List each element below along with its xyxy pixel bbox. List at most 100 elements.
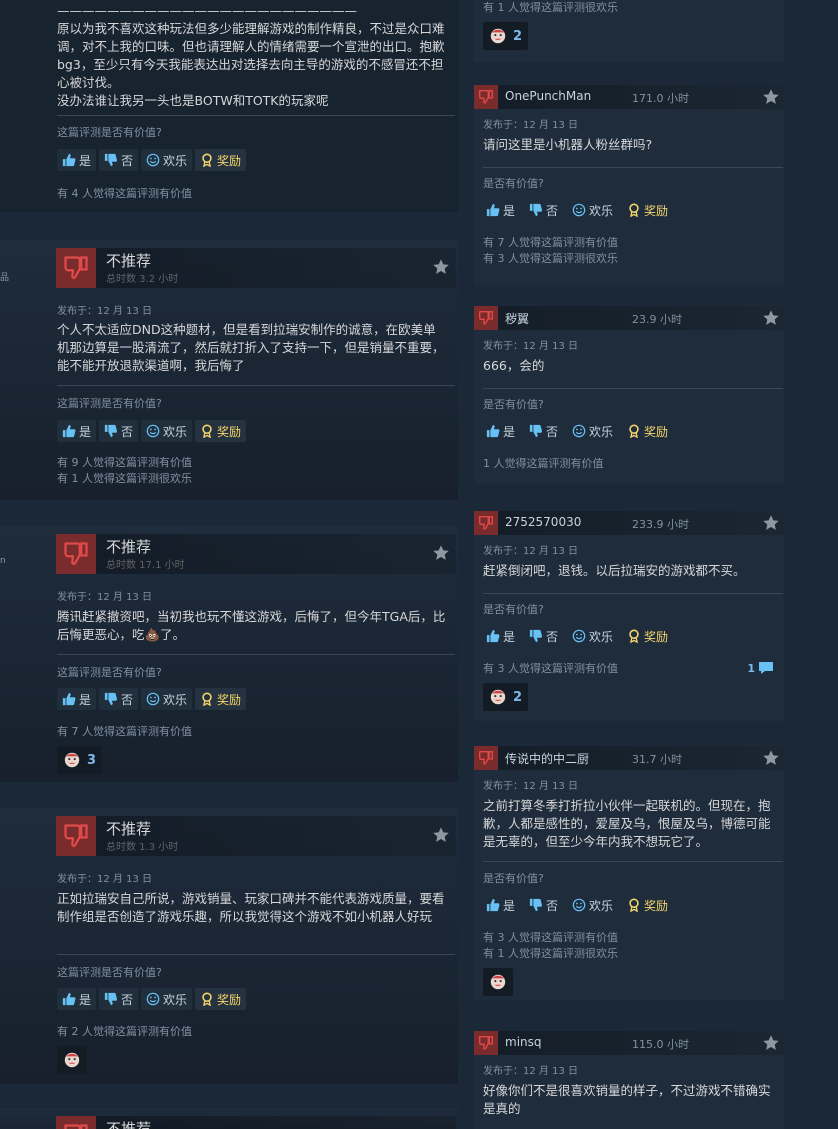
cropped-text: n (0, 556, 6, 566)
right-review-column: 有 1 人觉得这篇评测很欢乐 2 OnePunchMan 171.0 小时 发布… (474, 0, 838, 1129)
thumbs-down-icon (529, 629, 543, 643)
vote-funny-button[interactable]: 欢乐 (569, 626, 616, 646)
thumbs-up-icon (486, 898, 500, 912)
vote-funny-button[interactable]: 欢乐 (141, 420, 193, 442)
vote-no-button[interactable]: 否 (99, 420, 139, 442)
vote-yes-button[interactable]: 是 (57, 149, 97, 171)
award-button[interactable]: 奖励 (624, 895, 671, 915)
helpful-count: 有 4 人觉得这篇评测有价值 (57, 187, 192, 200)
smiley-icon (146, 692, 160, 706)
funny-count: 有 3 人觉得这篇评测很欢乐 (483, 252, 618, 265)
comment-link[interactable]: 1 (747, 661, 774, 675)
award-button[interactable]: 奖励 (195, 988, 247, 1010)
review-header: 传说中的中二厨 31.7 小时 (474, 746, 784, 770)
award-button[interactable]: 奖励 (195, 688, 247, 710)
star-icon[interactable] (432, 258, 450, 276)
review-card: OnePunchMan 171.0 小时 发布于：12 月 13 日 请问这里是… (474, 85, 784, 285)
thumbs-down-icon (104, 992, 118, 1006)
username-link[interactable]: minsq (505, 1035, 542, 1049)
reaction-count: 3 (87, 752, 97, 768)
vote-funny-button[interactable]: 欢乐 (569, 421, 616, 441)
divider (57, 654, 455, 655)
card-separator (0, 782, 458, 808)
helpful-question: 这篇评测是否有价值? (57, 966, 162, 979)
divider (483, 861, 783, 862)
helpful-count: 1 人觉得这篇评测有价值 (483, 457, 604, 470)
vote-yes-button[interactable]: 是 (483, 200, 518, 220)
review-header: 不推荐 总时数 17.1 小时 (56, 534, 456, 574)
award-icon (200, 992, 214, 1006)
vote-yes-button[interactable]: 是 (57, 420, 97, 442)
thumbs-up-icon (62, 992, 76, 1006)
thumbs-up-icon (62, 153, 76, 167)
username-link[interactable]: 2752570030 (505, 515, 581, 529)
review-card: minsq 115.0 小时 发布于：12 月 13 日 好像你们不是很喜欢销量… (474, 1031, 784, 1129)
vote-yes-button[interactable]: 是 (483, 895, 518, 915)
award-icon (200, 424, 214, 438)
reaction-badge[interactable] (57, 1046, 87, 1074)
review-card: ———————————————————————— 原以为我不喜欢这种玩法但多少能… (0, 0, 458, 212)
smiley-icon (146, 153, 160, 167)
star-icon[interactable] (432, 544, 450, 562)
username-link[interactable]: 秽翼 (505, 310, 529, 327)
reaction-badge[interactable]: 2 (483, 683, 529, 711)
username-link[interactable]: OnePunchMan (505, 89, 591, 103)
vote-buttons: 是 否 欢乐 奖励 (57, 420, 247, 442)
review-body: 之前打算冬季打折拉小伙伴一起联机的。但现在，抱歉，人都是感性的，爱屋及乌，恨屋及… (483, 798, 771, 849)
vote-buttons: 是 否 欢乐 奖励 (483, 895, 671, 915)
award-button[interactable]: 奖励 (624, 200, 671, 220)
award-icon (627, 203, 641, 217)
vote-buttons: 是 否 欢乐 奖励 (483, 421, 671, 441)
review-card: 品 不推荐 总时数 3.2 小时 发布于：12 月 13 日 个人不太适应DND… (0, 240, 458, 500)
vote-yes-button[interactable]: 是 (57, 688, 97, 710)
reaction-icon (489, 27, 507, 45)
star-icon[interactable] (762, 514, 780, 532)
star-icon[interactable] (432, 826, 450, 844)
smiley-icon (146, 424, 160, 438)
vote-yes-button[interactable]: 是 (57, 988, 97, 1010)
vote-yes-button[interactable]: 是 (483, 626, 518, 646)
vote-no-button[interactable]: 否 (526, 200, 561, 220)
vote-no-button[interactable]: 否 (99, 688, 139, 710)
vote-funny-button[interactable]: 欢乐 (141, 149, 193, 171)
vote-no-button[interactable]: 否 (526, 421, 561, 441)
vote-funny-button[interactable]: 欢乐 (141, 688, 193, 710)
divider (483, 388, 783, 389)
reaction-badge[interactable]: 2 (483, 22, 529, 50)
helpful-question: 这篇评测是否有价值? (57, 666, 162, 679)
helpful-question: 是否有价值? (483, 603, 544, 616)
reaction-icon (63, 1051, 81, 1069)
reaction-badge[interactable] (483, 968, 513, 996)
recommendation-title: 不推荐 (106, 252, 152, 270)
award-icon (200, 153, 214, 167)
vote-buttons: 是 否 欢乐 奖励 (57, 688, 247, 710)
card-separator (0, 500, 458, 526)
award-button[interactable]: 奖励 (195, 149, 247, 171)
award-button[interactable]: 奖励 (624, 421, 671, 441)
username-link[interactable]: 传说中的中二厨 (505, 750, 589, 767)
star-icon[interactable] (762, 88, 780, 106)
award-button[interactable]: 奖励 (195, 420, 247, 442)
playtime-hours: 总时数 1.3 小时 (106, 842, 179, 853)
vote-yes-button[interactable]: 是 (483, 421, 518, 441)
vote-no-button[interactable]: 否 (99, 149, 139, 171)
helpful-count: 有 7 人觉得这篇评测有价值 (57, 725, 192, 738)
star-icon[interactable] (762, 309, 780, 327)
reaction-badge[interactable]: 3 (57, 746, 103, 774)
thumbs-down-icon (104, 424, 118, 438)
smiley-icon (146, 992, 160, 1006)
award-button[interactable]: 奖励 (624, 626, 671, 646)
vote-no-button[interactable]: 否 (526, 626, 561, 646)
star-icon[interactable] (762, 749, 780, 767)
helpful-count: 有 3 人觉得这篇评测有价值 (483, 662, 618, 675)
vote-funny-button[interactable]: 欢乐 (569, 200, 616, 220)
not-recommended-icon (474, 1031, 498, 1055)
review-header: 秽翼 23.9 小时 (474, 306, 784, 330)
posted-date: 发布于：12 月 13 日 (57, 592, 152, 603)
vote-no-button[interactable]: 否 (99, 988, 139, 1010)
vote-funny-button[interactable]: 欢乐 (569, 895, 616, 915)
award-icon (627, 898, 641, 912)
vote-no-button[interactable]: 否 (526, 895, 561, 915)
star-icon[interactable] (762, 1034, 780, 1052)
vote-funny-button[interactable]: 欢乐 (141, 988, 193, 1010)
